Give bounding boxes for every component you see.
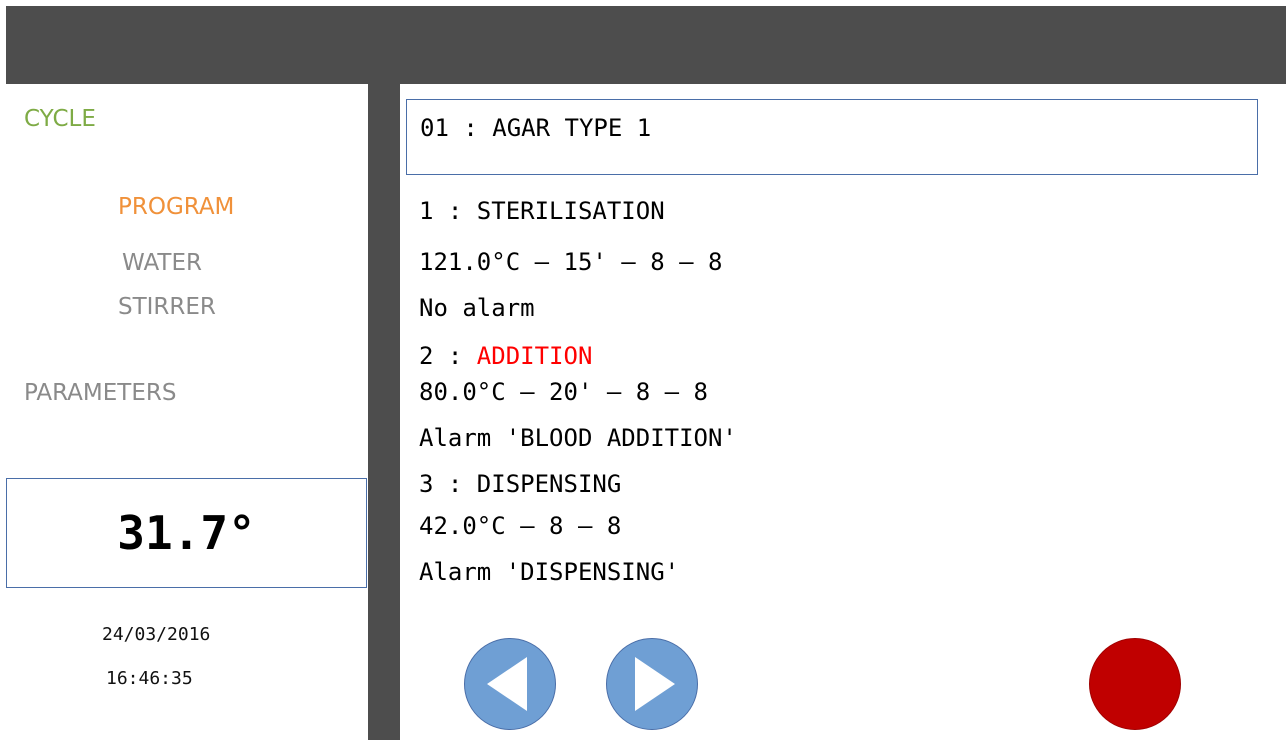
sidebar: CYCLE PROGRAM WATER STIRRER PARAMETERS 3…: [6, 84, 368, 740]
time-label: 16:46:35: [106, 668, 193, 689]
step-2-params: 80.0°C – 20' – 8 – 8: [419, 378, 708, 406]
program-panel: 01 : AGAR TYPE 1 1 : STERILISATION 121.0…: [400, 84, 1286, 740]
temperature-display: 31.7°: [6, 478, 367, 588]
step-3-number: 3 :: [419, 470, 477, 498]
menu-program[interactable]: PROGRAM: [118, 194, 234, 220]
step-2-alarm: Alarm 'BLOOD ADDITION': [419, 424, 737, 452]
step-1-name: STERILISATION: [476, 197, 665, 225]
step-2-name: ADDITION: [476, 342, 593, 370]
header-bar: [6, 6, 1286, 84]
stop-button[interactable]: [1089, 638, 1181, 730]
panel-divider: [368, 84, 400, 740]
step-1-alarm: No alarm: [419, 294, 535, 322]
menu-water[interactable]: WATER: [122, 250, 202, 276]
step-1-header: 1 : STERILISATION: [419, 197, 665, 225]
triangle-left-icon: [487, 657, 527, 711]
step-3-alarm: Alarm 'DISPENSING': [419, 558, 680, 586]
next-step-button[interactable]: [606, 638, 698, 730]
menu-parameters[interactable]: PARAMETERS: [24, 380, 176, 406]
temperature-value: 31.7°: [117, 506, 256, 560]
step-1-number: 1 :: [419, 197, 477, 225]
program-title-box[interactable]: 01 : AGAR TYPE 1: [406, 99, 1258, 175]
menu-stirrer[interactable]: STIRRER: [118, 294, 216, 320]
step-3-params: 42.0°C – 8 – 8: [419, 512, 622, 540]
menu-cycle[interactable]: CYCLE: [24, 106, 96, 132]
date-label: 24/03/2016: [102, 624, 211, 645]
triangle-right-icon: [635, 657, 675, 711]
program-title: 01 : AGAR TYPE 1: [420, 114, 652, 142]
step-3-name: DISPENSING: [476, 470, 622, 498]
step-3-header: 3 : DISPENSING: [419, 470, 621, 498]
step-1-params: 121.0°C – 15' – 8 – 8: [419, 248, 723, 276]
step-2-header: 2 : ADDITION: [419, 342, 592, 370]
step-2-number: 2 :: [419, 342, 477, 370]
previous-step-button[interactable]: [464, 638, 556, 730]
